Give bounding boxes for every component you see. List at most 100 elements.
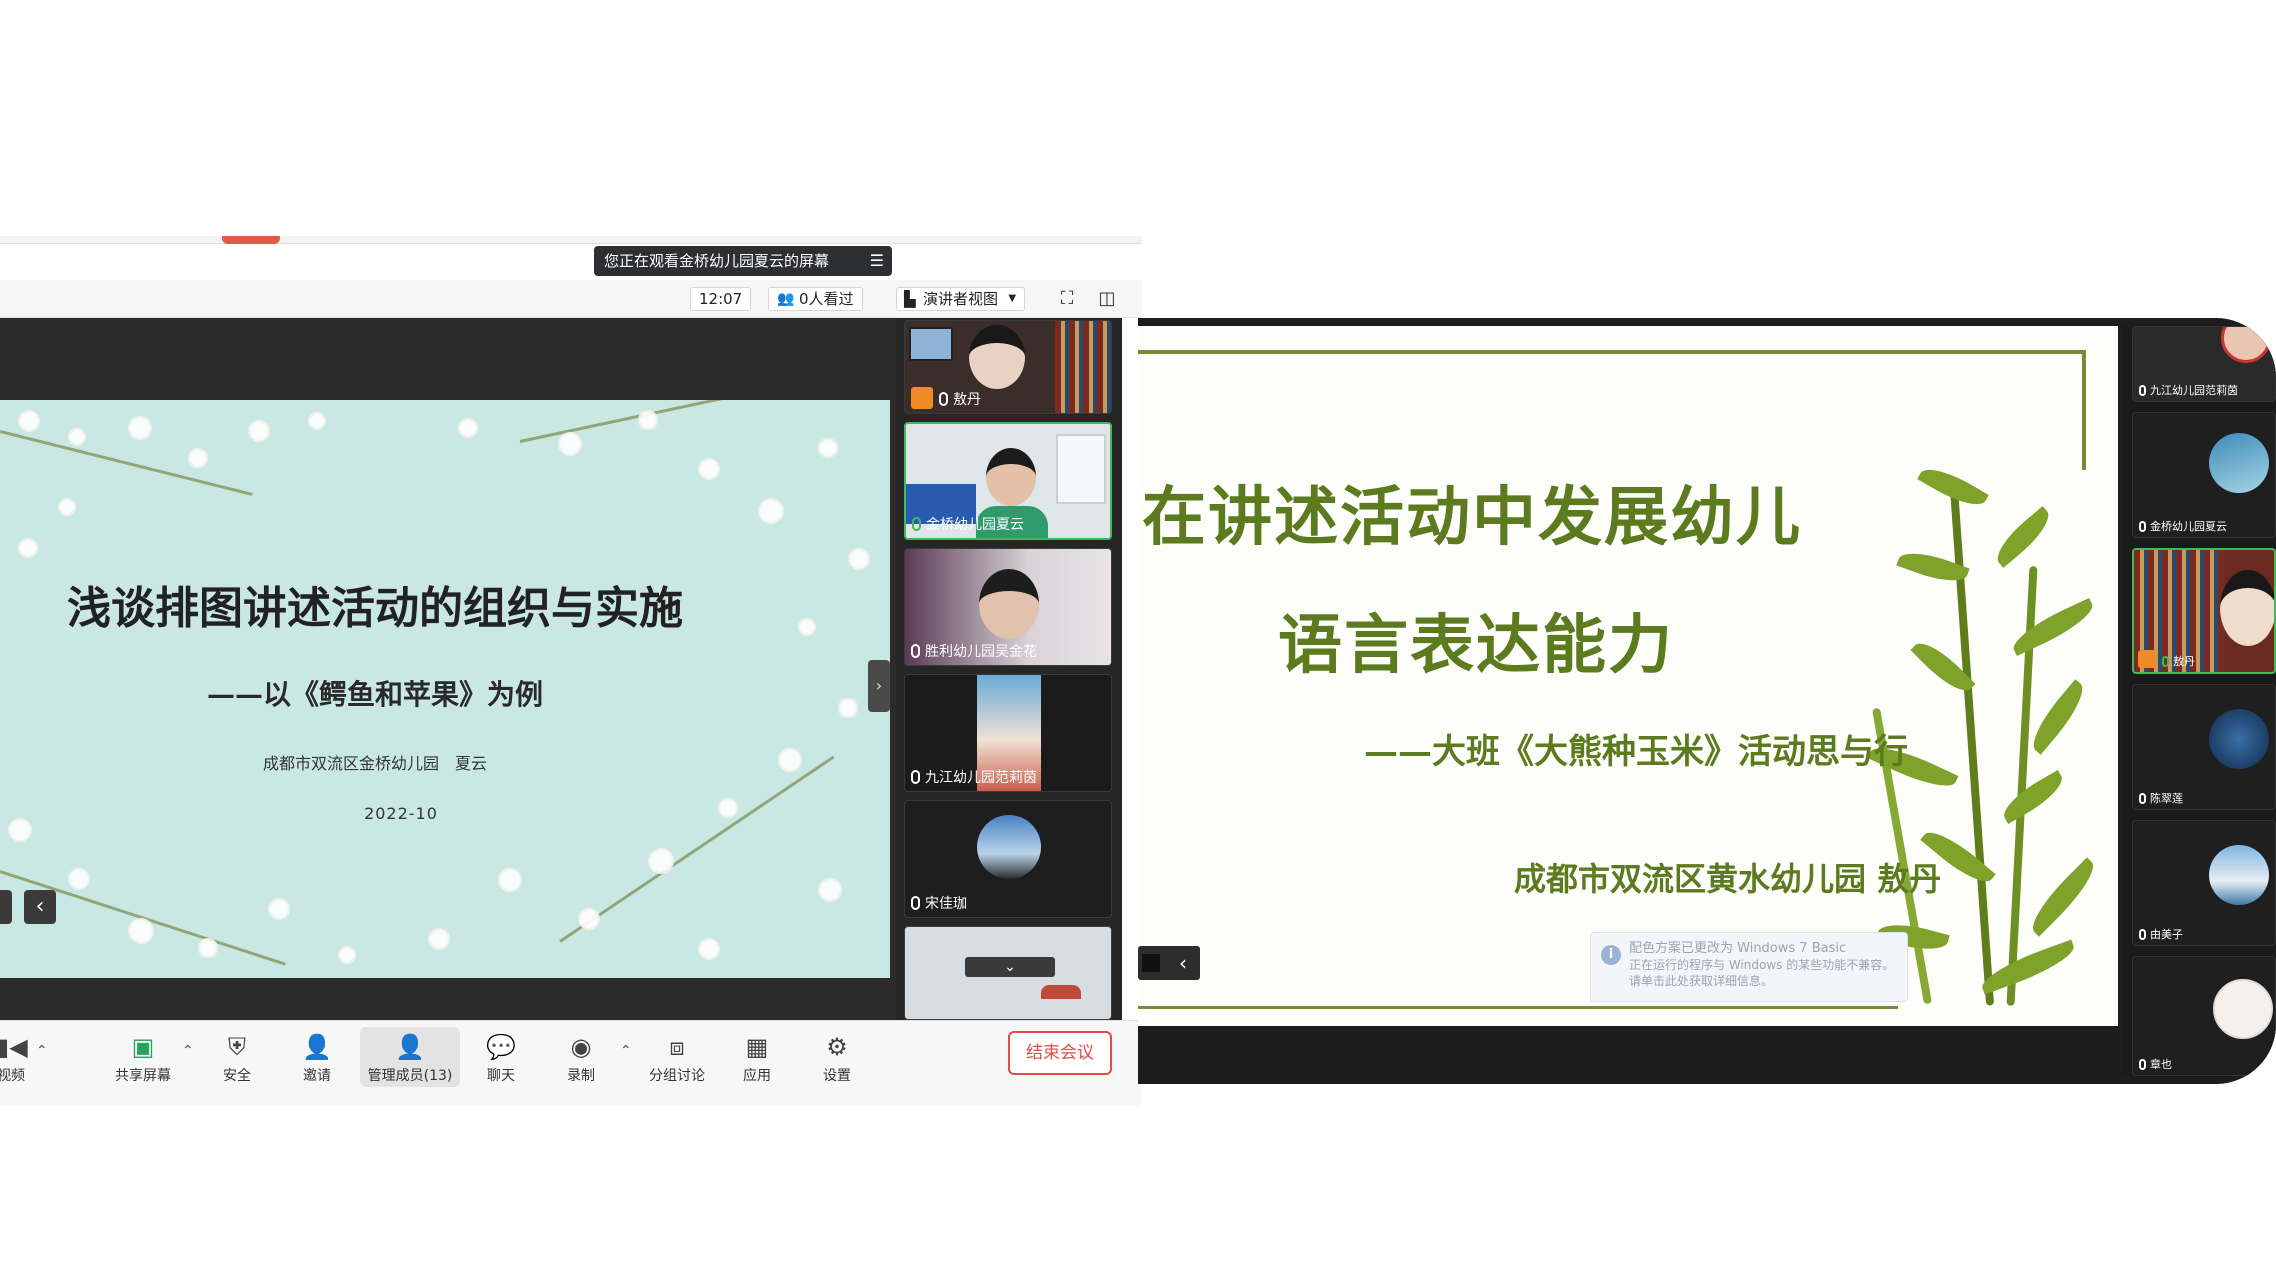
people-icon: 👥 xyxy=(777,291,795,307)
security-button[interactable]: ⛨ 安全 xyxy=(202,1033,272,1085)
video-tile-active-speaker[interactable]: 金桥幼儿园夏云 xyxy=(904,422,1112,540)
record-icon: ◉ xyxy=(570,1033,592,1061)
thumbnail-square xyxy=(1142,954,1160,972)
participant-name: 九江幼儿园范莉茵 xyxy=(911,767,1037,787)
video-options-caret[interactable]: ⌃ xyxy=(36,1043,48,1059)
mic-icon xyxy=(2139,385,2146,396)
video-tile-active-speaker[interactable]: 敖丹 xyxy=(2132,548,2276,674)
bamboo-leaf xyxy=(1997,769,2069,825)
invite-button[interactable]: 👤 邀请 xyxy=(282,1033,352,1085)
blossom xyxy=(820,440,836,456)
notice-line: 正在运行的程序与 Windows 的某些功能不兼容。 xyxy=(1629,958,1895,972)
video-tile[interactable]: ⌄ xyxy=(904,926,1112,1020)
layout-toggle-icon[interactable]: ◫ xyxy=(1096,288,1118,310)
participant-name: 胜利幼儿园吴金花 xyxy=(911,641,1037,661)
prev-slide-edge[interactable] xyxy=(0,890,12,924)
participant-panel: 九江幼儿园范莉茵 金桥幼儿园夏云 敖丹 陈翠莲 由美子 章也 xyxy=(2122,326,2276,1076)
left-meeting-screenshot: 您正在观看金桥幼儿园夏云的屏幕 ☰ 12:07 👥 0人看过 ▙ 演讲者视图 ▼… xyxy=(0,236,1142,1116)
banner-menu-icon[interactable]: ☰ xyxy=(870,246,884,276)
gear-icon: ⚙ xyxy=(826,1033,848,1061)
participant-name: 章也 xyxy=(2139,1056,2172,1072)
mic-icon xyxy=(939,392,948,406)
view-mode-dropdown[interactable]: ▙ 演讲者视图 ▼ xyxy=(896,287,1026,311)
video-tile[interactable]: 陈翠莲 xyxy=(2132,684,2276,810)
mic-icon xyxy=(2139,1059,2146,1070)
frame-line xyxy=(1138,350,2086,354)
participant-name: 九江幼儿园范莉茵 xyxy=(2139,382,2238,398)
viewing-screen-banner[interactable]: 您正在观看金桥幼儿园夏云的屏幕 ☰ xyxy=(594,246,892,276)
slide-subtitle: ——以《鳄鱼和苹果》为例 xyxy=(206,678,543,711)
end-meeting-button[interactable]: 结束会议 xyxy=(1008,1031,1112,1075)
slide-nav: ‹ xyxy=(1138,946,1200,980)
video-camera-icon: ▮◀ xyxy=(0,1033,28,1061)
bamboo-leaf xyxy=(1989,506,2057,568)
participant-name: 宋佳珈 xyxy=(911,893,967,913)
viewers-counter[interactable]: 👥 0人看过 xyxy=(768,287,863,311)
blossom xyxy=(800,620,814,634)
mic-icon xyxy=(2139,793,2146,804)
apps-button[interactable]: ▦ 应用 xyxy=(722,1033,792,1085)
banner-text: 您正在观看金桥幼儿园夏云的屏幕 xyxy=(604,252,830,270)
participant-name: 金桥幼儿园夏云 xyxy=(912,514,1024,534)
share-options-caret[interactable]: ⌃ xyxy=(182,1043,194,1059)
video-tile[interactable]: 胜利幼儿园吴金花 xyxy=(904,548,1112,666)
blossom xyxy=(10,820,30,840)
blossom xyxy=(270,900,288,918)
record-button[interactable]: ◉ 录制 xyxy=(546,1033,616,1085)
share-screen-button[interactable]: ▣ 共享屏幕 xyxy=(108,1033,178,1085)
video-tile[interactable]: 由美子 xyxy=(2132,820,2276,946)
mic-icon xyxy=(911,770,920,784)
add-person-icon: 👤 xyxy=(302,1033,332,1061)
prev-slide-button[interactable]: ‹ xyxy=(24,890,56,924)
participant-head xyxy=(1041,985,1081,999)
blossom xyxy=(190,450,206,466)
breakout-button[interactable]: ⧈ 分组讨论 xyxy=(642,1033,712,1085)
shield-icon: ⛨ xyxy=(228,1033,246,1061)
blossom xyxy=(310,414,324,428)
window-background xyxy=(1056,434,1106,504)
scroll-down-button[interactable]: ⌄ xyxy=(965,957,1055,977)
participant-name: 陈翠莲 xyxy=(2139,790,2183,806)
chevron-down-icon: ▼ xyxy=(1008,293,1017,304)
host-badge-icon xyxy=(911,387,933,409)
video-tile[interactable]: 章也 xyxy=(2132,956,2276,1076)
avatar xyxy=(2209,845,2269,905)
participant-name: 敖丹 xyxy=(2162,653,2195,669)
slide-title-line1: 在讲述活动中发展幼儿 xyxy=(1142,480,1802,555)
participant-face xyxy=(969,325,1025,389)
manage-members-button[interactable]: 👤 管理成员(13) xyxy=(360,1033,460,1085)
blossom xyxy=(130,920,152,942)
video-button[interactable]: ▮◀ 视频 xyxy=(0,1033,46,1085)
blossom xyxy=(820,880,840,900)
panel-collapse-button[interactable]: › xyxy=(868,660,890,712)
presentation-slide: 在讲述活动中发展幼儿 语言表达能力 ——大班《大熊种玉米》活动思与行 成都市双流… xyxy=(1138,326,2118,1026)
chat-icon: 💬 xyxy=(486,1033,516,1061)
bamboo-leaf xyxy=(2023,857,2103,937)
prev-slide-button[interactable]: ‹ xyxy=(1168,946,1198,980)
windows-compatibility-notice[interactable]: i 配色方案已更改为 Windows 7 Basic 正在运行的程序与 Wind… xyxy=(1590,932,1908,1002)
chat-button[interactable]: 💬 聊天 xyxy=(466,1033,536,1085)
branch-decoration xyxy=(559,755,835,943)
mic-icon xyxy=(912,517,921,531)
video-tile[interactable]: 九江幼儿园范莉茵 xyxy=(904,674,1112,792)
blossom xyxy=(70,870,88,888)
blossom xyxy=(250,422,268,440)
video-tile[interactable]: 敖丹 xyxy=(904,320,1112,414)
video-tile[interactable]: 金桥幼儿园夏云 xyxy=(2132,412,2276,538)
avatar xyxy=(2209,709,2269,769)
video-tile[interactable]: 宋佳珈 xyxy=(904,800,1112,918)
fullscreen-icon[interactable]: ⛶ xyxy=(1056,288,1078,310)
meeting-controls-bar: ▮◀ 视频 ⌃ ▣ 共享屏幕 ⌃ ⛨ 安全 👤 邀请 👤 管理成员(13) 💬 聊天 ◉ 录制… xyxy=(0,1020,1142,1106)
blossom xyxy=(430,930,448,948)
meeting-time: 12:07 xyxy=(690,287,752,311)
settings-button[interactable]: ⚙ 设置 xyxy=(802,1033,872,1085)
blossom xyxy=(580,910,598,928)
slide-title-line2: 语言表达能力 xyxy=(1278,608,1674,683)
blossom xyxy=(60,500,74,514)
record-options-caret[interactable]: ⌃ xyxy=(620,1043,632,1059)
meeting-toolbar: 12:07 👥 0人看过 ▙ 演讲者视图 ▼ ⛶ ◫ xyxy=(0,280,1142,318)
avatar xyxy=(977,815,1041,879)
members-icon: 👤 xyxy=(395,1033,425,1061)
video-tile[interactable]: 九江幼儿园范莉茵 xyxy=(2132,326,2276,402)
bamboo-leaf xyxy=(2023,679,2093,755)
